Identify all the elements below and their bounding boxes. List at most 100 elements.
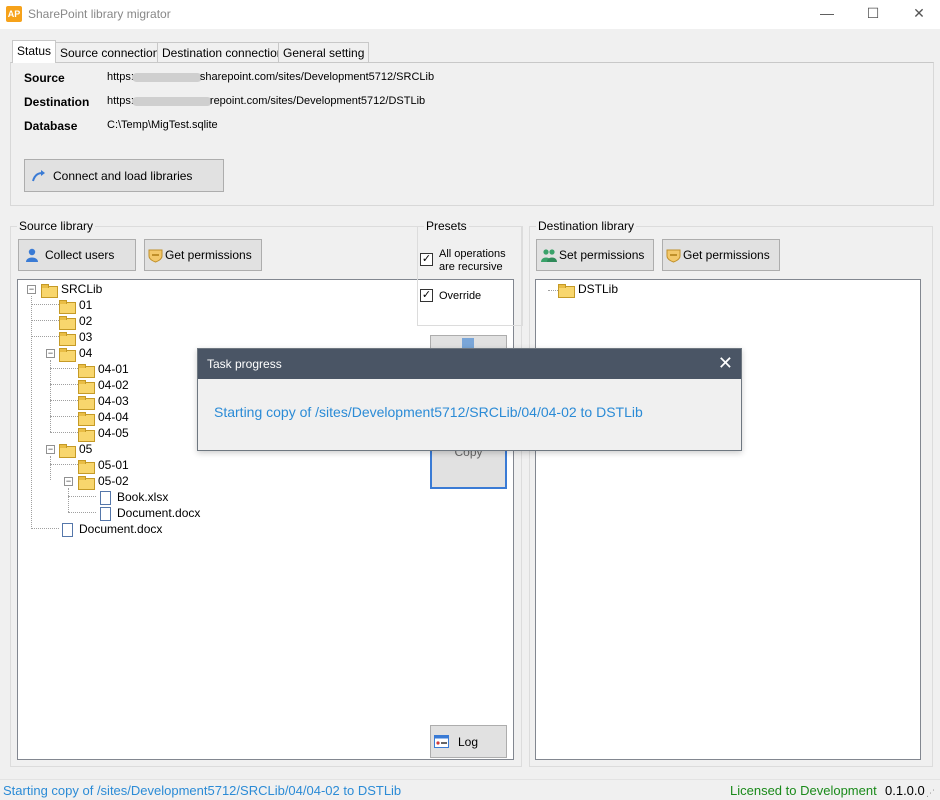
collapse-toggle[interactable]: −: [64, 477, 73, 486]
collect-users-button[interactable]: Collect users: [18, 239, 136, 271]
dialog-title: Task progress: [207, 357, 282, 371]
title-bar: AP SharePoint library migrator — ☐ ✕: [0, 0, 940, 29]
tab-status[interactable]: Status: [12, 40, 57, 63]
dialog-message: Starting copy of /sites/Development5712/…: [214, 404, 643, 420]
redacted-blur: [131, 96, 212, 106]
transfer-button[interactable]: [430, 335, 507, 350]
tab-general-setting[interactable]: General setting: [278, 42, 370, 62]
tree-node-label: 04-03: [98, 394, 129, 408]
log-button[interactable]: Log: [430, 725, 507, 758]
shield-icon: [148, 249, 163, 263]
source-url-prefix: https:: [107, 71, 134, 83]
shield-icon: [666, 249, 681, 263]
license-text: Licensed to Development: [730, 783, 877, 798]
destination-url-suffix: repoint.com/sites/Development5712/DSTLib: [209, 95, 426, 107]
log-label: Log: [458, 735, 479, 749]
dialog-close-icon[interactable]: ✕: [718, 353, 733, 374]
source-url: https: sharepoint.com/sites/Development57…: [107, 71, 434, 83]
tree-connector: [31, 320, 59, 321]
tree-node-04-03[interactable]: 04-03: [78, 393, 129, 410]
tree-node-03[interactable]: 03: [59, 329, 92, 346]
presets-title: Presets: [424, 219, 469, 233]
tree-node-srclib[interactable]: SRCLib: [41, 281, 103, 298]
tree-connector: [68, 496, 96, 497]
folder-icon: [78, 427, 95, 442]
user-icon: [26, 248, 38, 262]
tree-node-label: 05: [79, 442, 93, 456]
tree-node-04[interactable]: 04: [59, 345, 92, 362]
tree-node-05-02[interactable]: 05-02: [78, 473, 129, 490]
tab-source-connection[interactable]: Source connection: [55, 42, 165, 62]
set-permissions-button[interactable]: Set permissions: [536, 239, 654, 271]
close-button[interactable]: ✕: [896, 0, 940, 29]
source-library-title: Source library: [17, 219, 96, 233]
resize-grip-icon[interactable]: ⋰: [926, 788, 935, 799]
tree-node-04-05[interactable]: 04-05: [78, 425, 129, 442]
tree-node-04-01[interactable]: 04-01: [78, 361, 129, 378]
redacted-blur: [131, 72, 202, 82]
file-icon: [100, 506, 111, 521]
tree-connector: [68, 512, 96, 513]
file-icon: [100, 490, 111, 505]
tree-connector: [50, 368, 78, 369]
tree-node-01[interactable]: 01: [59, 297, 92, 314]
tree-node-label: 04-01: [98, 362, 129, 376]
version-text: 0.1.0.0: [885, 783, 925, 798]
destination-get-permissions-button[interactable]: Get permissions: [662, 239, 780, 271]
source-url-suffix: sharepoint.com/sites/Development5712/SRC…: [199, 71, 435, 83]
override-checkbox[interactable]: ✓: [420, 289, 433, 302]
log-icon: [434, 735, 449, 748]
folder-open-icon: [41, 283, 58, 298]
tab-destination-connection[interactable]: Destination connection: [157, 42, 289, 62]
folder-icon: [78, 459, 95, 474]
tree-node-label: 04-05: [98, 426, 129, 440]
tree-node-label: 04-04: [98, 410, 129, 424]
folder-open-icon: [59, 347, 76, 362]
collapse-toggle[interactable]: −: [27, 285, 36, 294]
recursive-label-line2: are recursive: [439, 261, 503, 273]
tree-connector: [68, 488, 69, 512]
source-get-permissions-button[interactable]: Get permissions: [144, 239, 262, 271]
tree-node-05-01[interactable]: 05-01: [78, 457, 129, 474]
collapse-toggle[interactable]: −: [46, 445, 55, 454]
folder-open-icon: [78, 475, 95, 490]
connect-arrow-icon: [32, 170, 45, 182]
folder-icon: [59, 315, 76, 330]
maximize-button[interactable]: ☐: [850, 0, 896, 29]
collapse-toggle[interactable]: −: [46, 349, 55, 358]
folder-icon: [78, 411, 95, 426]
minimize-button[interactable]: —: [804, 0, 850, 29]
tree-node-label: Book.xlsx: [117, 490, 169, 504]
tree-node-document-docx[interactable]: Document.docx: [100, 505, 200, 521]
window-title: SharePoint library migrator: [28, 7, 171, 21]
recursive-checkbox[interactable]: ✓: [420, 253, 433, 266]
database-label: Database: [24, 119, 78, 133]
folder-icon: [78, 363, 95, 378]
tree-node-document-docx-root[interactable]: Document.docx: [62, 521, 162, 537]
source-label: Source: [24, 71, 65, 85]
connect-load-button[interactable]: Connect and load libraries: [24, 159, 224, 192]
tree-node-dstlib[interactable]: DSTLib: [558, 281, 619, 298]
destination-get-permissions-label: Get permissions: [683, 248, 770, 262]
tree-node-book-xlsx[interactable]: Book.xlsx: [100, 489, 168, 505]
tree-node-05[interactable]: 05: [59, 441, 93, 458]
tree-node-label: 04-02: [98, 378, 129, 392]
tree-node-label: DSTLib: [578, 282, 619, 296]
source-get-permissions-label: Get permissions: [165, 248, 252, 262]
tree-node-04-02[interactable]: 04-02: [78, 377, 129, 394]
tree-connector: [31, 304, 59, 305]
tree-node-label: Document.docx: [79, 522, 163, 536]
tree-node-label: SRCLib: [61, 282, 103, 296]
tree-node-04-04[interactable]: 04-04: [78, 409, 129, 426]
tree-connector: [50, 360, 51, 432]
status-bar: Starting copy of /sites/Development5712/…: [0, 779, 940, 800]
users-group-icon: [541, 249, 557, 262]
destination-library-title: Destination library: [536, 219, 637, 233]
status-message: Starting copy of /sites/Development5712/…: [3, 783, 402, 798]
folder-open-icon: [59, 443, 76, 458]
task-progress-dialog: Task progress ✕ Starting copy of /sites/…: [197, 348, 742, 451]
app-logo-icon: AP: [6, 6, 22, 22]
tree-node-02[interactable]: 02: [59, 313, 92, 330]
connect-load-label: Connect and load libraries: [53, 169, 193, 183]
status-tab-panel: Source https: sharepoint.com/sites/Develo…: [10, 62, 934, 206]
